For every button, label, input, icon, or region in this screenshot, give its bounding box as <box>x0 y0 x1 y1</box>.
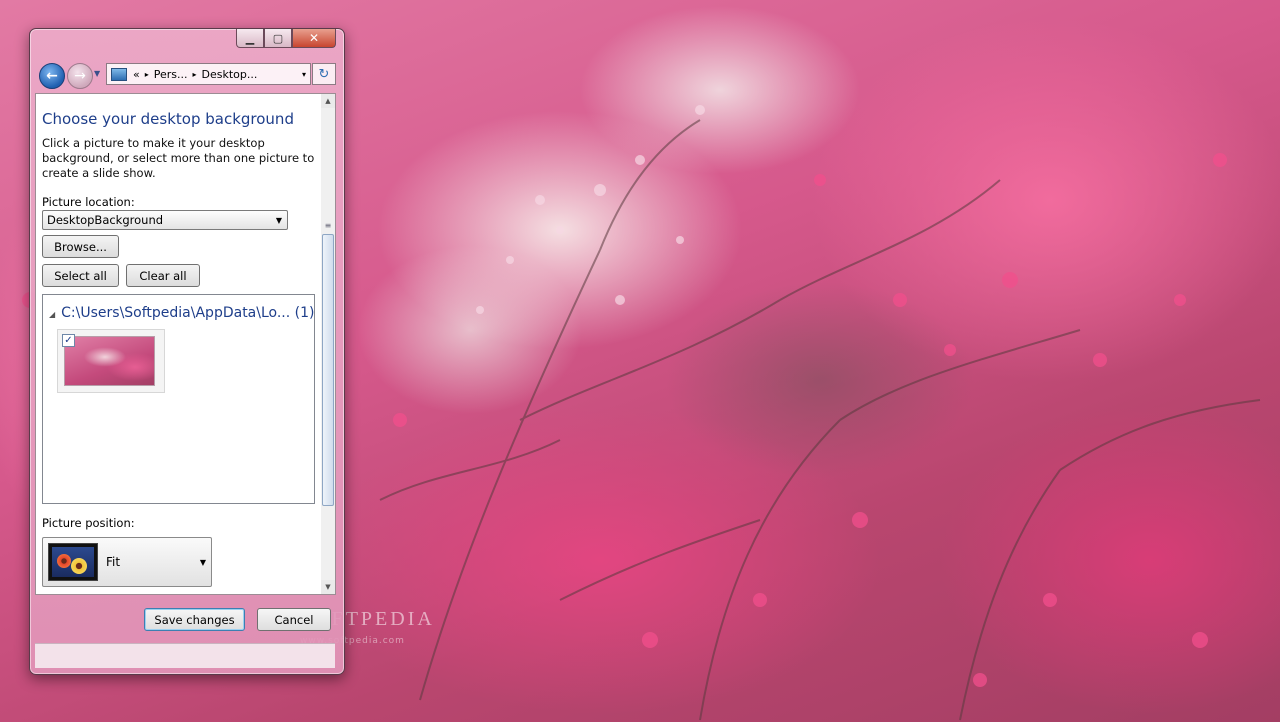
address-overflow[interactable]: « <box>133 68 140 81</box>
address-separator-icon: ▸ <box>192 69 197 79</box>
pictures-list: ◢ C:\Users\Softpedia\AppData\Lo... (1) ✓ <box>42 294 315 504</box>
scroll-down-icon[interactable]: ▼ <box>321 580 335 594</box>
minimize-button[interactable]: ▁ <box>236 29 264 48</box>
page-title: Choose your desktop background <box>42 110 294 128</box>
close-button[interactable]: ✕ <box>292 29 336 48</box>
control-panel-icon <box>111 67 127 81</box>
caption-buttons: ▁ ▢ ✕ <box>236 29 336 48</box>
picture-thumbnail[interactable]: ✓ <box>57 329 165 393</box>
cancel-button[interactable]: Cancel <box>257 608 331 631</box>
forward-arrow-icon[interactable]: → <box>67 63 93 89</box>
breadcrumb-desktop-background[interactable]: Desktop... <box>202 68 258 81</box>
personalization-window: ▁ ▢ ✕ ← → ▼ « ▸ Pers... ▸ Desktop... ▾ ↻… <box>29 28 345 675</box>
status-bar <box>35 643 335 668</box>
blossom-thumbnail-image <box>64 336 155 386</box>
page-description: Click a picture to make it your desktop … <box>42 136 315 180</box>
group-count: (1) <box>294 305 315 321</box>
chevron-down-icon[interactable]: ▼ <box>94 69 100 78</box>
vertical-scrollbar[interactable]: ▲ ≡ ▼ <box>321 93 336 595</box>
position-preview-icon <box>48 543 98 581</box>
scrollbar-thumb[interactable] <box>322 234 334 506</box>
picture-location-value: DesktopBackground <box>47 213 164 227</box>
address-separator-icon: ▸ <box>144 69 149 79</box>
refresh-icon[interactable]: ↻ <box>312 63 336 85</box>
picture-location-label: Picture location: <box>42 195 135 209</box>
scroll-up-icon[interactable]: ▲ <box>321 94 335 108</box>
maximize-button[interactable]: ▢ <box>264 29 292 48</box>
picture-position-select[interactable]: Fit ▼ <box>42 537 212 587</box>
save-changes-button[interactable]: Save changes <box>144 608 245 631</box>
address-dropdown-icon[interactable]: ▾ <box>302 70 306 79</box>
address-bar[interactable]: « ▸ Pers... ▸ Desktop... ▾ <box>106 63 311 85</box>
collapse-triangle-icon[interactable]: ◢ <box>49 310 55 319</box>
chevron-down-icon: ▼ <box>275 215 282 225</box>
scrollbar-grip-icon: ≡ <box>324 221 332 230</box>
picture-position-label: Picture position: <box>42 516 135 530</box>
clear-all-button[interactable]: Clear all <box>126 264 200 287</box>
browse-button[interactable]: Browse... <box>42 235 119 258</box>
back-arrow-icon[interactable]: ← <box>39 63 65 89</box>
group-path: C:\Users\Softpedia\AppData\Lo... <box>61 305 291 321</box>
content-pane: Choose your desktop background Click a p… <box>35 93 323 595</box>
picture-checkbox[interactable]: ✓ <box>62 334 75 347</box>
breadcrumb-personalization[interactable]: Pers... <box>154 68 188 81</box>
select-all-button[interactable]: Select all <box>42 264 119 287</box>
picture-position-value: Fit <box>106 555 121 569</box>
picture-group-header[interactable]: ◢ C:\Users\Softpedia\AppData\Lo... (1) <box>49 305 315 321</box>
picture-location-select[interactable]: DesktopBackground ▼ <box>42 210 288 230</box>
chevron-down-icon: ▼ <box>199 557 206 567</box>
